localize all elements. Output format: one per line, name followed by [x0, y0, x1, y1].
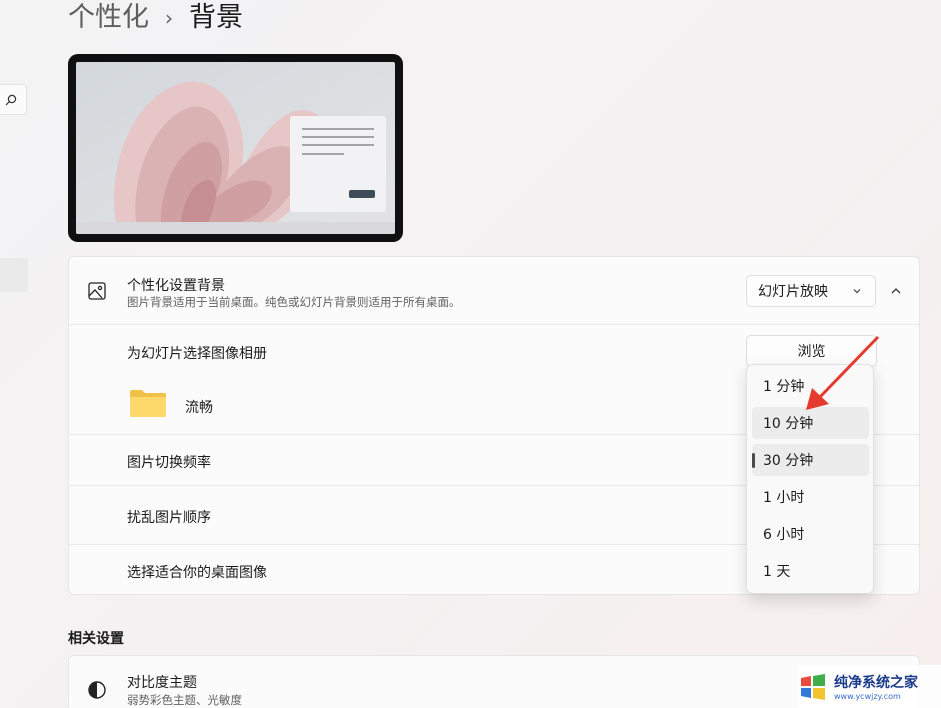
desktop-preview	[68, 54, 403, 242]
watermark-url: www.ycwjzy.com	[834, 692, 901, 701]
folder-icon	[130, 390, 166, 417]
contrast-icon	[88, 681, 106, 699]
related-settings-title: 相关设置	[68, 631, 124, 647]
shuffle-label: 扰乱图片顺序	[127, 510, 211, 526]
breadcrumb-parent[interactable]: 个性化	[68, 0, 149, 36]
menu-option-1hour[interactable]: 1 小时	[752, 481, 869, 513]
dropdown-value: 幻灯片放映	[758, 284, 828, 300]
fit-label: 选择适合你的桌面图像	[127, 565, 267, 581]
collapse-button[interactable]	[882, 277, 910, 305]
album-label: 为幻灯片选择图像相册	[127, 346, 267, 362]
contrast-subtitle: 弱势彩色主题、光敏度	[127, 693, 242, 707]
breadcrumb-separator: ›	[165, 6, 173, 30]
menu-option-10min[interactable]: 10 分钟	[752, 407, 869, 439]
image-icon	[88, 282, 106, 300]
browse-button[interactable]: 浏览	[746, 335, 877, 367]
frequency-menu: 1 分钟 10 分钟 30 分钟 1 小时 6 小时 1 天	[746, 364, 874, 594]
chevron-up-icon	[891, 288, 901, 294]
frequency-label: 图片切换频率	[127, 455, 211, 471]
contrast-theme-card[interactable]: 对比度主题 弱势彩色主题、光敏度	[68, 655, 920, 708]
watermark-title: 纯净系统之家	[834, 675, 918, 691]
folder-name[interactable]: 流畅	[185, 397, 213, 417]
background-type-row: 个性化设置背景 图片背景适用于当前桌面。纯色或幻灯片背景则适用于所有桌面。 幻灯…	[69, 257, 919, 325]
personalize-title: 个性化设置背景	[127, 278, 225, 294]
menu-option-1min[interactable]: 1 分钟	[752, 370, 869, 402]
search-icon	[5, 94, 17, 105]
page-title: 背景	[189, 2, 243, 33]
background-type-dropdown[interactable]: 幻灯片放映	[746, 275, 876, 307]
windows-logo-icon	[801, 673, 825, 700]
breadcrumb: 个性化 › 背景	[68, 0, 243, 36]
contrast-title: 对比度主题	[127, 675, 197, 691]
menu-option-30min[interactable]: 30 分钟	[752, 444, 869, 476]
menu-option-6hour[interactable]: 6 小时	[752, 518, 869, 550]
preview-wallpaper	[76, 62, 395, 234]
selection-indicator	[752, 453, 755, 468]
menu-option-1day[interactable]: 1 天	[752, 555, 869, 587]
chevron-down-icon	[853, 289, 861, 294]
watermark: 纯净系统之家 www.ycwjzy.com	[798, 665, 941, 708]
search-box[interactable]	[0, 84, 27, 115]
personalize-description: 图片背景适用于当前桌面。纯色或幻灯片背景则适用于所有桌面。	[127, 295, 461, 309]
menu-option-30min-label: 30 分钟	[763, 453, 814, 469]
nav-item-selected[interactable]	[0, 258, 28, 292]
